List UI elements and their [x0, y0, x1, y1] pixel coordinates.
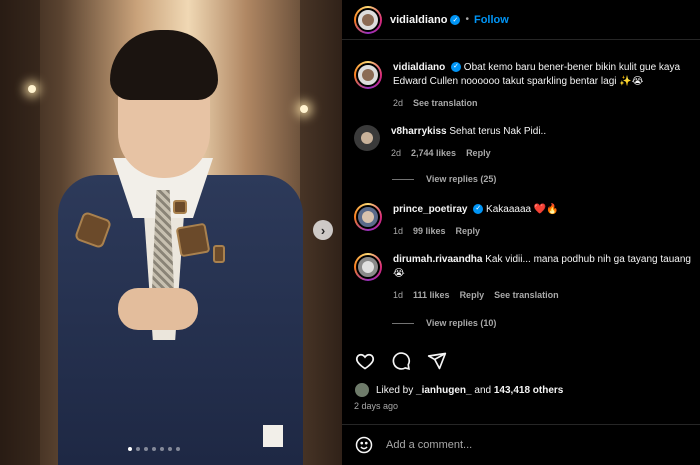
comment-item: prince_poetiray ✓ Kakaaaaa ❤️🔥 1d 99 lik… — [354, 203, 700, 238]
comment-username[interactable]: dirumah.rivaandha — [393, 254, 482, 265]
comment-likes[interactable]: 111 likes — [413, 288, 450, 302]
carousel-dot — [136, 447, 140, 451]
carousel-dot — [176, 447, 180, 451]
comments-list: vidialdiano ✓ Obat kemo baru bener-bener… — [342, 55, 700, 340]
commenter-avatar[interactable] — [354, 253, 382, 281]
reply-button[interactable]: Reply — [460, 288, 485, 302]
post-detail-panel: vidialdiano ✓ • Follow vidialdiano ✓ Oba… — [342, 0, 700, 465]
view-replies-button[interactable]: View replies (10) — [392, 318, 496, 328]
carousel-dot — [152, 447, 156, 451]
view-replies-label: View replies (10) — [426, 318, 497, 328]
verified-badge-icon: ✓ — [450, 14, 461, 25]
commenter-avatar[interactable] — [354, 203, 382, 231]
wall-panel — [0, 0, 40, 465]
comment-item: v8harrykiss Sehat terus Nak Pidi.. 2d 2,… — [354, 125, 700, 160]
see-translation-link[interactable]: See translation — [494, 288, 559, 302]
comment-likes[interactable]: 2,744 likes — [411, 146, 456, 160]
liker-avatar[interactable] — [354, 382, 370, 398]
carousel-indicator — [128, 447, 180, 451]
carousel-dot — [168, 447, 172, 451]
author-username[interactable]: vidialdiano — [390, 14, 447, 26]
comment-input[interactable] — [386, 439, 686, 451]
like-heart-icon[interactable] — [354, 350, 376, 372]
carousel-next-button[interactable]: › — [313, 220, 333, 240]
comment-age: 1d — [393, 290, 404, 300]
verified-badge-icon: ✓ — [473, 204, 484, 215]
likes-summary: Liked by _ianhugen_ and 143,418 others — [354, 382, 563, 398]
carousel-dot — [144, 447, 148, 451]
post-header: vidialdiano ✓ • Follow — [342, 0, 700, 40]
person-figure — [58, 30, 303, 465]
liked-by-mid: and — [471, 384, 494, 396]
post-actions — [354, 350, 448, 372]
comment-username[interactable]: v8harrykiss — [391, 126, 447, 137]
comment-bubble-icon[interactable] — [390, 350, 412, 372]
post-date: 2 days ago — [354, 401, 399, 411]
caption-avatar[interactable] — [354, 61, 382, 89]
comment-likes[interactable]: 99 likes — [413, 224, 446, 238]
caption-age: 2d — [393, 98, 404, 108]
liked-by-count[interactable]: 143,418 others — [494, 385, 564, 396]
reply-button[interactable]: Reply — [456, 224, 481, 238]
see-translation-link[interactable]: See translation — [413, 96, 478, 110]
liked-by-user[interactable]: _ianhugen_ — [416, 385, 472, 396]
share-send-icon[interactable] — [426, 350, 448, 372]
comment-age: 2d — [391, 148, 402, 158]
reply-button[interactable]: Reply — [466, 146, 491, 160]
emoji-smiley-icon[interactable] — [354, 435, 374, 455]
carousel-dot — [128, 447, 132, 451]
follow-button[interactable]: Follow — [474, 14, 509, 26]
comment-age: 1d — [393, 226, 404, 236]
view-replies-button[interactable]: View replies (25) — [392, 174, 496, 184]
caption: vidialdiano ✓ Obat kemo baru bener-bener… — [354, 61, 700, 110]
carousel-dot — [160, 447, 164, 451]
caption-username[interactable]: vidialdiano — [393, 62, 445, 73]
comment-text: Sehat terus Nak Pidi.. — [449, 126, 547, 137]
comment-item: dirumah.rivaandha Kak vidii... mana podh… — [354, 253, 700, 302]
view-replies-label: View replies (25) — [426, 174, 497, 184]
liked-by-prefix: Liked by — [376, 384, 417, 396]
author-avatar[interactable] — [354, 5, 382, 34]
add-comment-bar — [342, 424, 700, 465]
verified-badge-icon: ✓ — [451, 62, 462, 73]
comment-username[interactable]: prince_poetiray — [393, 204, 467, 215]
comment-text: Kakaaaaa ❤️🔥 — [486, 204, 559, 215]
separator-dot: • — [465, 14, 469, 25]
commenter-avatar[interactable] — [354, 125, 380, 151]
ceiling-light — [28, 85, 36, 93]
post-image: › — [0, 0, 342, 465]
